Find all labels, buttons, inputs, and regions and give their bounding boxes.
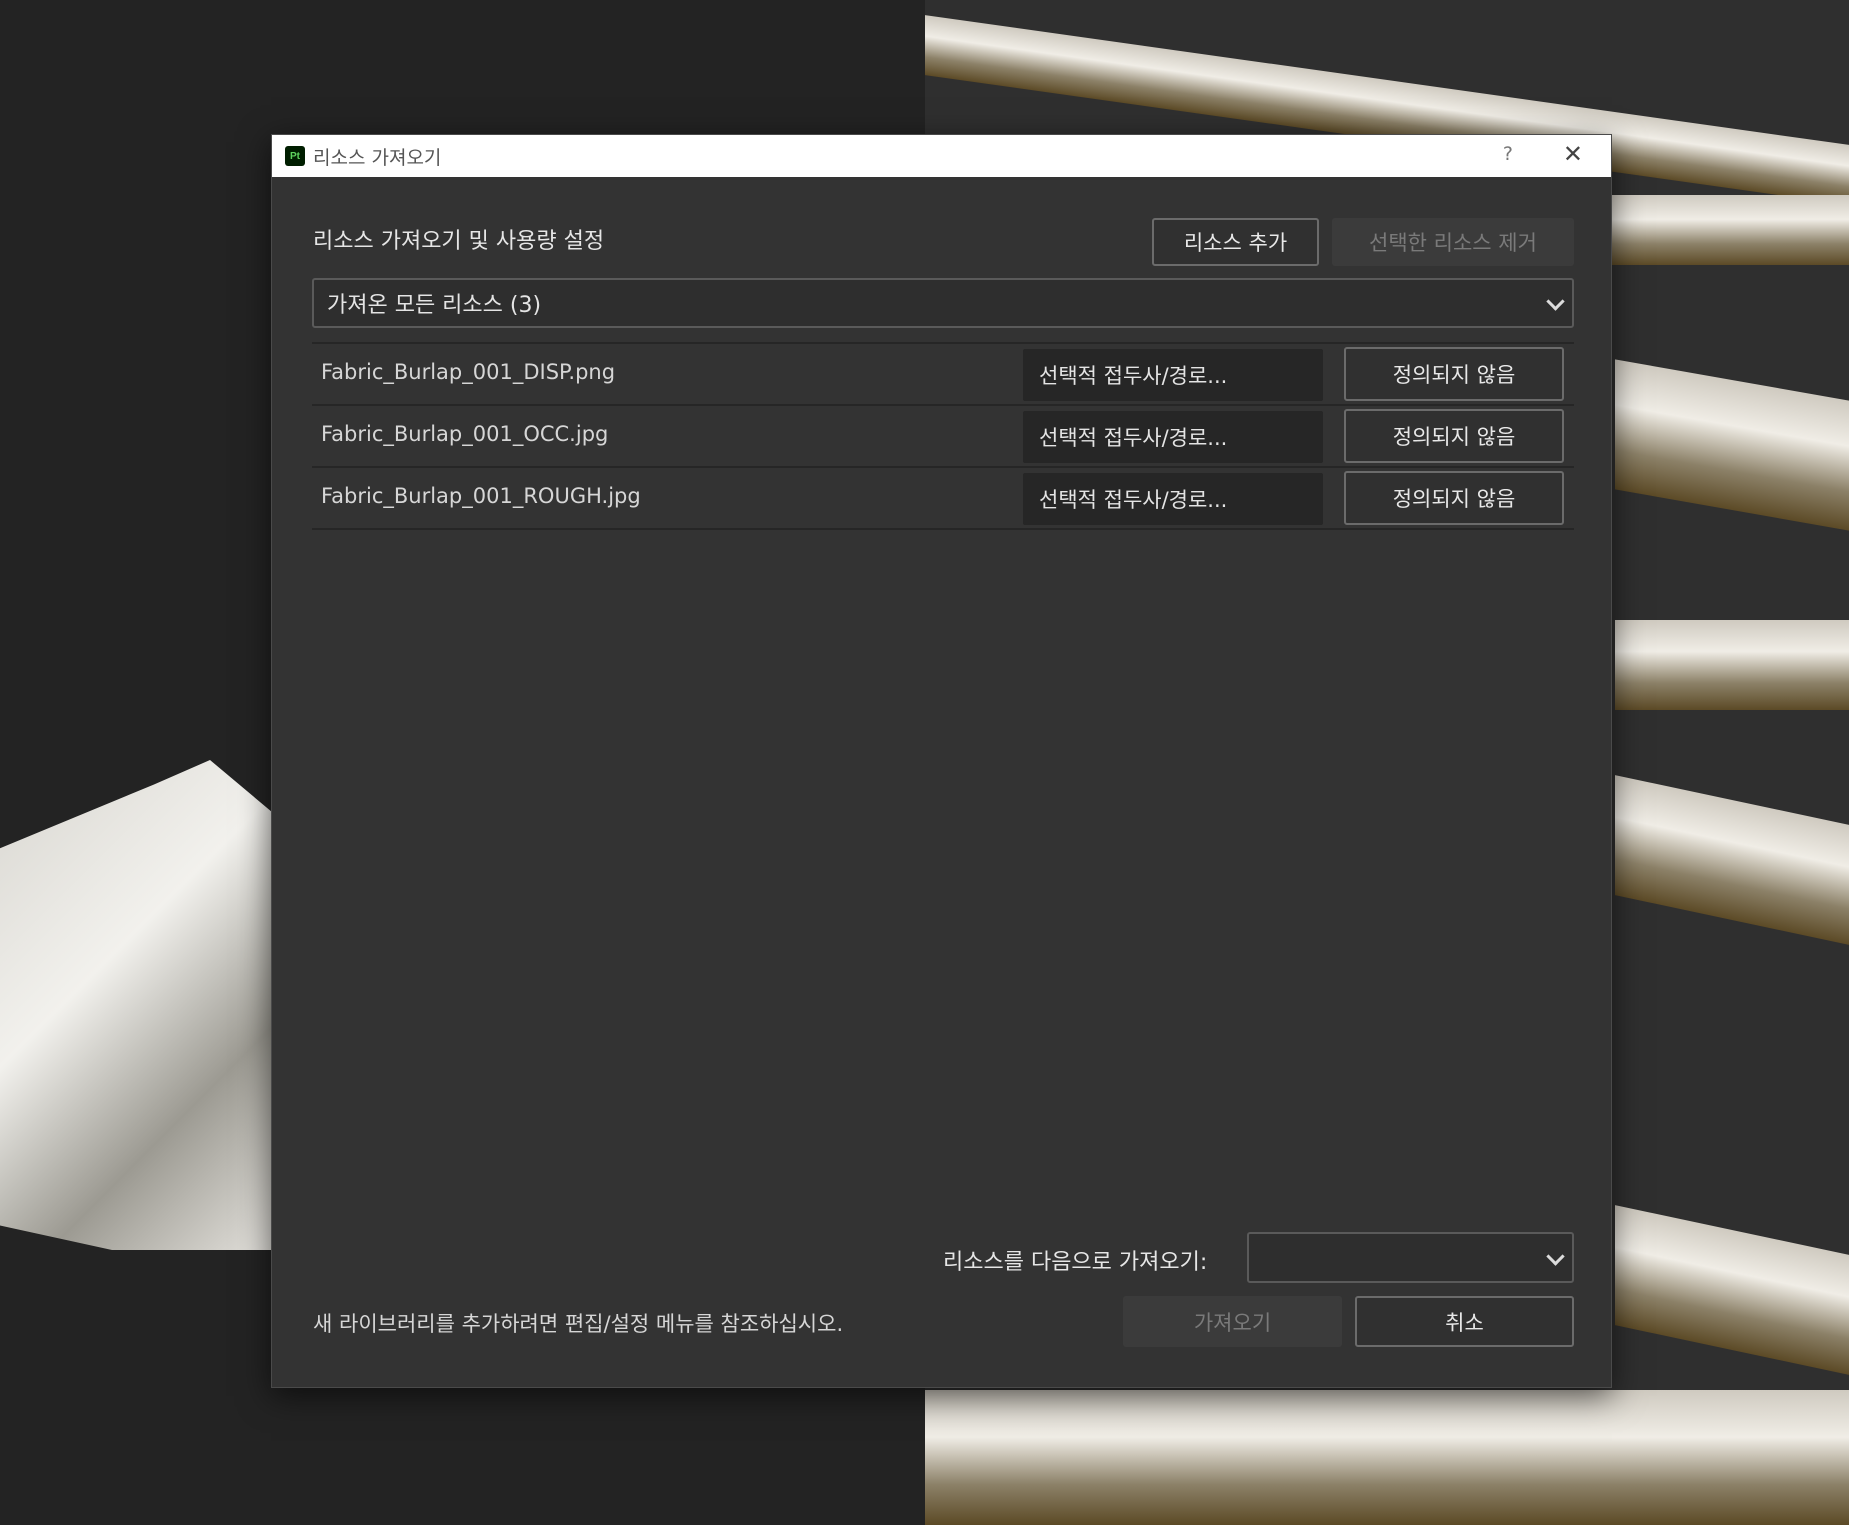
prefix-field[interactable]: 선택적 접두사/경로... <box>1023 473 1323 525</box>
resource-row[interactable]: Fabric_Burlap_001_OCC.jpg 선택적 접두사/경로... … <box>312 406 1574 468</box>
chevron-down-icon <box>1546 292 1565 311</box>
close-icon[interactable]: ✕ <box>1563 141 1583 167</box>
import-target-dropdown[interactable] <box>1247 1232 1574 1283</box>
remove-selected-button[interactable]: 선택한 리소스 제거 <box>1332 218 1574 266</box>
resource-row[interactable]: Fabric_Burlap_001_DISP.png 선택적 접두사/경로...… <box>312 344 1574 406</box>
cloth-mesh <box>0 760 280 1250</box>
cancel-button[interactable]: 취소 <box>1355 1296 1574 1347</box>
prefix-field[interactable]: 선택적 접두사/경로... <box>1023 349 1323 401</box>
usage-button[interactable]: 정의되지 않음 <box>1344 471 1564 525</box>
prefix-field[interactable]: 선택적 접두사/경로... <box>1023 411 1323 463</box>
painter-app-icon: Pt <box>285 146 305 166</box>
resource-filter-value: 가져온 모든 리소스 (3) <box>327 293 542 318</box>
resource-name: Fabric_Burlap_001_OCC.jpg <box>321 422 609 446</box>
import-resources-dialog: Pt 리소스 가져오기 ? ✕ 리소스 가져오기 및 사용량 설정 리소스 추가… <box>271 134 1612 1388</box>
resource-name: Fabric_Burlap_001_ROUGH.jpg <box>321 484 641 508</box>
usage-button[interactable]: 정의되지 않음 <box>1344 409 1564 463</box>
resource-row[interactable]: Fabric_Burlap_001_ROUGH.jpg 선택적 접두사/경로..… <box>312 468 1574 530</box>
chevron-down-icon <box>1546 1246 1565 1266</box>
import-button[interactable]: 가져오기 <box>1123 1296 1342 1347</box>
add-resource-button[interactable]: 리소스 추가 <box>1152 218 1319 266</box>
title-bar: Pt 리소스 가져오기 ? ✕ <box>272 135 1611 177</box>
usage-button[interactable]: 정의되지 않음 <box>1344 347 1564 401</box>
resource-name: Fabric_Burlap_001_DISP.png <box>321 360 616 384</box>
dialog-title: 리소스 가져오기 <box>313 146 442 169</box>
library-hint-text: 새 라이브러리를 추가하려면 편집/설정 메뉴를 참조하십시오. <box>313 1312 844 1336</box>
help-button[interactable]: ? <box>1503 143 1513 165</box>
section-heading: 리소스 가져오기 및 사용량 설정 <box>313 229 605 254</box>
resource-filter-dropdown[interactable]: 가져온 모든 리소스 (3) <box>312 278 1574 328</box>
import-to-label: 리소스를 다음으로 가져오기: <box>943 1250 1208 1275</box>
